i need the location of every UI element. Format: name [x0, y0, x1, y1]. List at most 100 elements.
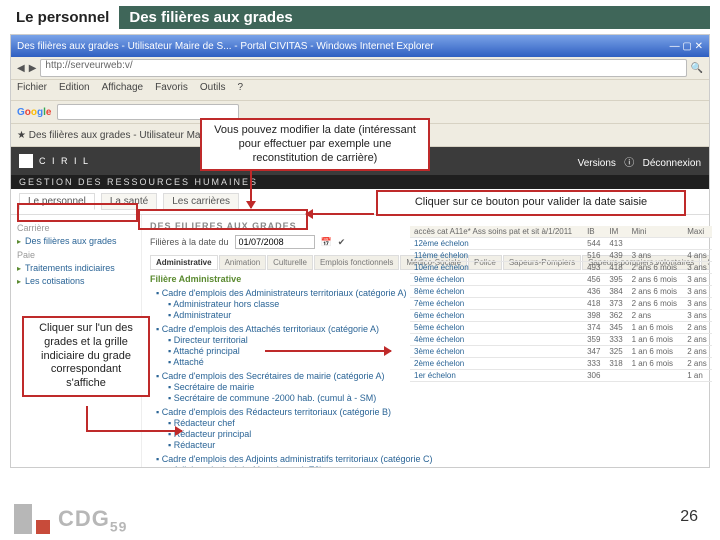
- grid-cell: 359: [583, 334, 605, 346]
- grid-cell: 2 ans 6 mois: [628, 298, 684, 310]
- filiere-tab[interactable]: Administrative: [150, 255, 218, 270]
- grid-cell: 456: [583, 274, 605, 286]
- grade-link[interactable]: ▪ Rédacteur principal: [168, 429, 701, 439]
- calendar-icon[interactable]: 📅: [321, 237, 332, 248]
- browser-title-text: Des filières aux grades - Utilisateur Ma…: [17, 41, 434, 52]
- grid-row: 12ème échelon544413: [410, 238, 712, 250]
- chevron-icon: ▸: [17, 237, 21, 246]
- grid-row: 8ème échelon4363842 ans 6 mois3 ans: [410, 286, 712, 298]
- callout-date: Vous pouvez modifier la date (intéressan…: [200, 118, 430, 171]
- grid-row: 10ème échelon4934182 ans 6 mois3 ans: [410, 262, 712, 274]
- filiere-tab[interactable]: Culturelle: [267, 255, 313, 270]
- grid-cell: 374: [583, 322, 605, 334]
- grid-header: IB: [583, 226, 605, 238]
- callout-arrow: [86, 430, 182, 432]
- brand-text: C I R I L: [39, 156, 90, 166]
- slide-title-left: Le personnel: [10, 6, 115, 29]
- grid-cell: 418: [605, 262, 627, 274]
- grid-header: Maxi: [683, 226, 712, 238]
- menu-item[interactable]: Outils: [200, 82, 226, 98]
- sidebar-header: Paie: [17, 250, 135, 260]
- grid-cell: 373: [605, 298, 627, 310]
- grid-cell: 11ème échelon: [410, 250, 583, 262]
- grid-cell: 333: [583, 358, 605, 370]
- grid-cell: 436: [583, 286, 605, 298]
- grid-header: IM: [605, 226, 627, 238]
- google-logo: Google: [17, 107, 51, 118]
- grid-cell: 1 an 6 mois: [628, 346, 684, 358]
- grid-cell: 413: [605, 238, 627, 250]
- grid-row: 4ème échelon3593331 an 6 mois2 ans: [410, 334, 712, 346]
- grid-cell: [605, 370, 627, 382]
- menu-item[interactable]: Favoris: [155, 82, 188, 98]
- grid-cell: 2 ans: [683, 322, 712, 334]
- grid-cell: 10ème échelon: [410, 262, 583, 274]
- grade-link[interactable]: ▪ Secrétaire de mairie: [168, 382, 701, 392]
- grid-cell: 7ème échelon: [410, 298, 583, 310]
- grid-cell: 418: [583, 298, 605, 310]
- sidebar-header: Carrière: [17, 223, 135, 233]
- address-bar[interactable]: http://serveurweb:v/: [40, 59, 686, 77]
- grid-cell: 544: [583, 238, 605, 250]
- callout-arrow: [86, 406, 88, 430]
- grid-cell: 3 ans: [683, 310, 712, 322]
- logout-link[interactable]: Déconnexion: [643, 158, 701, 169]
- grid-cell: [628, 238, 684, 250]
- grid-row: 11ème échelon5164393 ans4 ans: [410, 250, 712, 262]
- filiere-tab[interactable]: Emplois fonctionnels: [314, 255, 399, 270]
- grid-cell: 395: [605, 274, 627, 286]
- search-icon[interactable]: 🔍: [691, 63, 703, 74]
- grid-cell: 3 ans: [683, 286, 712, 298]
- grade-link[interactable]: ▪ Secrétaire de commune -2000 hab. (cumu…: [168, 393, 701, 403]
- logo-block-icon: [36, 520, 50, 534]
- filiere-tab[interactable]: Animation: [219, 255, 267, 270]
- echelon-grid: accès cat A11e* Ass soins pat et sit à/1…: [410, 226, 712, 382]
- grid-header: Mini: [628, 226, 684, 238]
- sidebar-item-traitements[interactable]: ▸Traitements indiciaires: [17, 263, 135, 273]
- app-brand: C I R I L: [19, 154, 90, 168]
- callout-validate: Cliquer sur ce bouton pour valider la da…: [376, 190, 686, 216]
- date-input[interactable]: [235, 235, 315, 249]
- grade-link[interactable]: ▪ Rédacteur: [168, 440, 701, 450]
- grid-cell: 2 ans: [628, 310, 684, 322]
- slide-title-right: Des filières aux grades: [119, 6, 710, 29]
- grid-row: 7ème échelon4183732 ans 6 mois3 ans: [410, 298, 712, 310]
- info-icon[interactable]: ⓘ: [624, 158, 634, 169]
- chevron-icon: ▸: [17, 264, 21, 273]
- page-number: 26: [680, 508, 698, 526]
- menu-item[interactable]: Edition: [59, 82, 90, 98]
- grid-cell: 325: [605, 346, 627, 358]
- callout-arrow: [306, 213, 374, 215]
- nav-back-icon[interactable]: ◀: [17, 63, 25, 74]
- callout-arrow: [265, 350, 391, 352]
- validate-date-button[interactable]: ✔: [338, 237, 346, 248]
- menu-item[interactable]: Fichier: [17, 82, 47, 98]
- browser-menubar[interactable]: Fichier Edition Affichage Favoris Outils…: [11, 80, 709, 101]
- grid-cell: 1 an 6 mois: [628, 358, 684, 370]
- app-tab-carrieres[interactable]: Les carrières: [163, 193, 239, 210]
- grid-cell: 3ème échelon: [410, 346, 583, 358]
- nav-fwd-icon[interactable]: ▶: [29, 63, 37, 74]
- footer-logo: CDG59: [14, 504, 127, 534]
- grid-cell: 3 ans: [683, 262, 712, 274]
- grid-cell: 2 ans: [683, 358, 712, 370]
- app-subtitle: GESTION DES RESSOURCES HUMAINES: [11, 175, 709, 189]
- grid-cell: 2 ans 6 mois: [628, 274, 684, 286]
- callout-grade: Cliquer sur l'un des grades et la grille…: [22, 316, 150, 397]
- grid-cell: 493: [583, 262, 605, 274]
- grade-link[interactable]: ▪ Adjoint principal de 1ère classe (+E3): [168, 465, 701, 468]
- logo-block-icon: [14, 504, 32, 534]
- grade-link[interactable]: ▪ Rédacteur chef: [168, 418, 701, 428]
- grid-cell: 2 ans 6 mois: [628, 286, 684, 298]
- menu-item[interactable]: Affichage: [102, 82, 144, 98]
- grid-cell: 1 an: [683, 370, 712, 382]
- sidebar-item-filieres[interactable]: ▸Des filières aux grades: [17, 236, 135, 246]
- versions-link[interactable]: Versions: [578, 158, 616, 169]
- favorites-icon[interactable]: ★: [17, 130, 26, 141]
- grid-cell: 4ème échelon: [410, 334, 583, 346]
- sidebar-item-cotisations[interactable]: ▸Les cotisations: [17, 276, 135, 286]
- menu-item[interactable]: ?: [237, 82, 243, 98]
- grid-cell: 345: [605, 322, 627, 334]
- grid-cell: [683, 238, 712, 250]
- grid-cell: 306: [583, 370, 605, 382]
